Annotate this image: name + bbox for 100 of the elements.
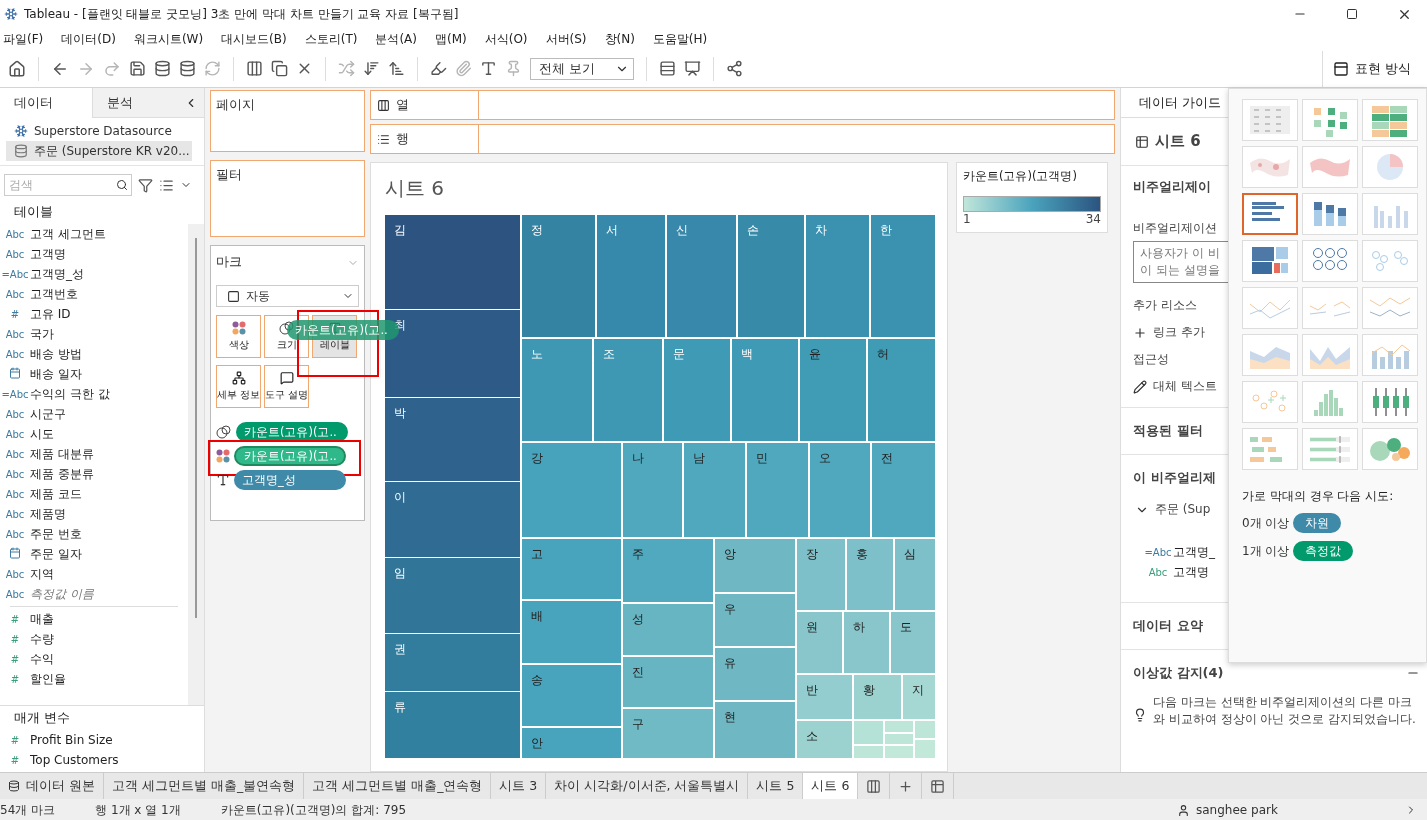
chart-type-button[interactable] xyxy=(1242,193,1298,235)
field-item[interactable]: 시도 xyxy=(30,425,54,443)
field-item[interactable]: 주문 번호 xyxy=(30,525,82,543)
swap-icon[interactable] xyxy=(338,60,355,77)
field-item[interactable]: 배송 방법 xyxy=(30,345,82,363)
share-icon[interactable] xyxy=(726,60,743,77)
treemap-cell[interactable]: 한 xyxy=(871,215,935,337)
field-item[interactable]: 고유 ID xyxy=(30,305,71,323)
treemap-cell[interactable] xyxy=(915,721,935,738)
treemap-cell[interactable]: 원 xyxy=(797,612,842,673)
duplicate-icon[interactable] xyxy=(271,60,288,77)
menu-item[interactable]: 데이터(D) xyxy=(58,30,121,48)
field-item[interactable]: 지역 xyxy=(30,565,54,583)
menu-item[interactable]: 창(N) xyxy=(601,30,640,48)
field-item[interactable]: 제품 코드 xyxy=(30,485,82,503)
field-item[interactable]: Profit Bin Size xyxy=(30,733,113,747)
treemap-cell[interactable]: 김 xyxy=(385,215,520,309)
treemap-cell[interactable]: 홍 xyxy=(847,539,893,610)
treemap-cell[interactable]: 박 xyxy=(385,398,520,481)
alt-text-link[interactable]: 대체 텍스트 xyxy=(1153,378,1217,395)
marks-card-button[interactable]: 세부 정보 xyxy=(216,365,261,408)
treemap-cell[interactable]: 임 xyxy=(385,558,520,633)
treemap-cell[interactable]: 구 xyxy=(623,709,713,758)
field-item[interactable]: 시군구 xyxy=(30,405,66,423)
treemap-cell[interactable]: 배 xyxy=(522,601,621,663)
text-label-icon[interactable] xyxy=(480,60,497,77)
treemap-cell[interactable] xyxy=(885,746,913,758)
treemap-cell[interactable]: 권 xyxy=(385,634,520,691)
menu-item[interactable]: 맵(M) xyxy=(432,30,472,48)
treemap-cell[interactable]: 허 xyxy=(868,339,935,441)
treemap-cell[interactable]: 우 xyxy=(715,594,795,646)
fit-dropdown[interactable]: 전체 보기 xyxy=(530,57,634,80)
menu-item[interactable]: 분석(A) xyxy=(372,30,422,48)
treemap-cell[interactable]: 전 xyxy=(872,443,935,537)
treemap-cell[interactable]: 유 xyxy=(715,648,795,700)
treemap-cell[interactable]: 도 xyxy=(891,612,935,673)
menu-item[interactable]: 스토리(T) xyxy=(301,30,363,48)
field-item[interactable]: 국가 xyxy=(30,325,54,343)
menu-item[interactable]: 워크시트(W) xyxy=(130,30,209,48)
field-item[interactable]: 제품 대분류 xyxy=(30,445,94,463)
treemap-cell[interactable]: 류 xyxy=(385,692,520,758)
refresh-icon[interactable] xyxy=(204,60,221,77)
new-worksheet-icon[interactable] xyxy=(866,778,882,794)
field-item[interactable]: 할인율 xyxy=(30,670,66,688)
new-story-icon[interactable] xyxy=(930,778,946,794)
field-item[interactable]: 수익 xyxy=(30,650,54,668)
treemap-cell[interactable] xyxy=(854,721,883,744)
list-view-icon[interactable] xyxy=(159,177,174,193)
field-item[interactable]: 제품 중분류 xyxy=(30,465,94,483)
treemap-cell[interactable]: 정 xyxy=(522,215,595,337)
treemap-cell[interactable]: 앙 xyxy=(715,539,795,592)
treemap-cell[interactable]: 윤 xyxy=(800,339,866,441)
menu-item[interactable]: 서버(S) xyxy=(542,30,592,48)
treemap-cell[interactable]: 현 xyxy=(715,702,795,758)
treemap-cell[interactable] xyxy=(885,734,913,744)
field-pill[interactable]: 카운트(고유)(고.. xyxy=(236,422,348,442)
home-icon[interactable] xyxy=(8,59,26,78)
database-icon[interactable] xyxy=(154,60,171,77)
field-item[interactable]: 제품명 xyxy=(30,505,66,523)
pin-icon[interactable] xyxy=(505,60,522,77)
new-dashboard-icon[interactable] xyxy=(898,778,914,794)
field-item[interactable]: 고객번호 xyxy=(30,285,78,303)
treemap-cell[interactable]: 주 xyxy=(623,539,713,602)
treemap-cell[interactable] xyxy=(915,740,935,758)
new-sheet-icon[interactable] xyxy=(246,60,263,77)
field-item[interactable]: 수량 xyxy=(30,630,54,648)
treemap-cell[interactable]: 손 xyxy=(738,215,804,337)
treemap-cell[interactable]: 나 xyxy=(623,443,682,537)
pane-tab[interactable]: 분석 xyxy=(91,88,184,118)
treemap-cell[interactable]: 남 xyxy=(684,443,745,537)
sort-ascending-icon[interactable] xyxy=(363,60,380,77)
field-item[interactable]: 고객명 xyxy=(1173,563,1209,581)
treemap-cell[interactable]: 송 xyxy=(522,665,621,726)
field-item[interactable]: 측정값 이름 xyxy=(30,585,94,603)
field-pill[interactable]: 고객명_성 xyxy=(234,470,346,490)
menu-item[interactable]: 도움말(H) xyxy=(649,30,713,48)
sheet-tab[interactable]: 시트 6 xyxy=(803,773,859,799)
treemap-cell[interactable]: 안 xyxy=(522,728,621,758)
treemap-cell[interactable]: 민 xyxy=(747,443,808,537)
panel-tab[interactable]: 데이터 가이드 xyxy=(1139,93,1222,112)
save-icon[interactable] xyxy=(129,60,146,77)
treemap-cell[interactable]: 이 xyxy=(385,482,520,557)
treemap-cell[interactable]: 진 xyxy=(623,657,713,707)
highlighter-icon[interactable] xyxy=(430,60,447,77)
treemap-cell[interactable]: 차 xyxy=(806,215,869,337)
marks-card-button[interactable]: 색상 xyxy=(216,315,261,358)
treemap-cell[interactable]: 황 xyxy=(854,675,901,719)
redo-icon[interactable] xyxy=(103,59,121,78)
treemap-cell[interactable]: 성 xyxy=(623,604,713,655)
maximize-icon[interactable] xyxy=(1346,8,1358,20)
menu-item[interactable]: 대시보드(B) xyxy=(218,30,292,48)
treemap-cell[interactable]: 신 xyxy=(667,215,736,337)
database-icon[interactable] xyxy=(179,60,196,77)
filter-icon[interactable] xyxy=(138,177,153,193)
treemap-cell[interactable] xyxy=(885,721,913,732)
treemap-cell[interactable]: 강 xyxy=(522,443,621,537)
treemap-cell[interactable]: 지 xyxy=(903,675,935,719)
treemap-cell[interactable]: 반 xyxy=(797,675,852,719)
treemap-cell[interactable]: 오 xyxy=(810,443,870,537)
data-source-item[interactable]: 주문 (Superstore KR v20... xyxy=(6,141,192,161)
